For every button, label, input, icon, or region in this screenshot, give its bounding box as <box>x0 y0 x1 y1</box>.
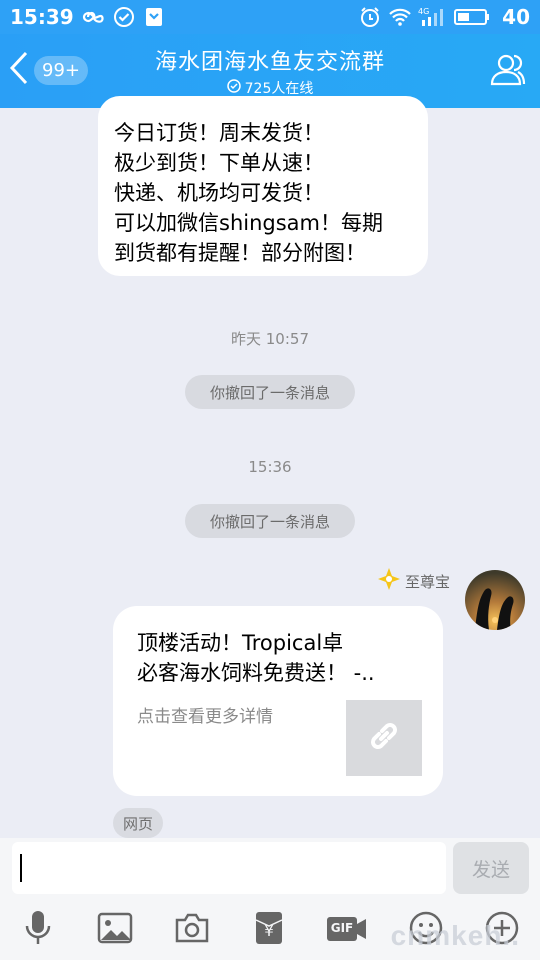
gif-button[interactable]: GIF <box>326 912 368 948</box>
message-line: 极少到货！下单从速！ <box>114 151 324 175</box>
online-count: 725人在线 <box>244 81 314 97</box>
card-title-line: 顶楼活动！Tropical卓 <box>137 631 344 655</box>
send-button[interactable]: 发送 <box>453 842 529 894</box>
link-icon <box>364 716 404 760</box>
online-status: 725人在线 <box>0 78 540 98</box>
camera-button[interactable] <box>174 912 210 948</box>
avatar[interactable] <box>465 570 525 630</box>
message-line: 可以加微信shingsam！每期 <box>114 211 383 235</box>
status-time: 15:39 <box>10 5 74 29</box>
card-title-line: 必客海水饲料免费送！ -.. <box>137 661 375 685</box>
diamond-badge-icon <box>377 567 401 595</box>
recall-notice: 你撤回了一条消息 <box>185 504 355 538</box>
battery-level: 40 <box>502 5 530 29</box>
red-packet-icon: ¥ <box>254 910 284 950</box>
message-line: 到货都有提醒！部分附图！ <box>114 241 366 265</box>
message-bubble[interactable]: 今日订货！周末发货！ 极少到货！下单从速！ 快递、机场均可发货！ 可以加微信sh… <box>98 96 428 276</box>
red-packet-button[interactable]: ¥ <box>251 912 287 948</box>
alarm-icon <box>358 5 382 29</box>
battery-icon <box>454 5 490 29</box>
sender-title-text: 至尊宝 <box>404 572 450 591</box>
text-caret <box>20 854 22 882</box>
input-bar: 发送 <box>0 838 540 900</box>
recall-notice: 你撤回了一条消息 <box>185 375 355 409</box>
shield-icon <box>142 5 166 29</box>
message-line: 快递、机场均可发货！ <box>114 181 324 205</box>
check-circle-small-icon <box>226 79 241 97</box>
camera-icon <box>174 912 210 948</box>
members-button[interactable] <box>488 50 528 90</box>
infinity-icon <box>82 5 106 29</box>
network-label: 4G <box>418 7 429 16</box>
timestamp: 15:36 <box>248 458 292 476</box>
card-subtitle: 点击查看更多详情 <box>137 707 273 727</box>
gif-icon: GIF <box>326 915 368 945</box>
source-tag: 网页 <box>113 808 163 838</box>
signal-icon: 4G <box>418 5 448 29</box>
members-icon <box>488 54 528 94</box>
image-button[interactable] <box>97 912 133 948</box>
watermark: cnmkeh.. <box>390 920 520 951</box>
sender-title: 至尊宝 <box>377 567 450 595</box>
check-circle-icon <box>112 5 136 29</box>
wifi-icon <box>388 5 412 29</box>
card-thumbnail <box>346 700 422 776</box>
group-title: 海水团海水鱼友交流群 <box>154 50 385 75</box>
status-bar: 15:39 4G 40 <box>0 0 540 34</box>
card-title: 顶楼活动！Tropical卓 必客海水饲料免费送！ -.. <box>137 628 427 688</box>
image-icon <box>97 912 133 948</box>
gif-label: GIF <box>330 921 354 935</box>
mic-icon <box>23 910 53 950</box>
message-line: 今日订货！周末发货！ <box>114 121 324 145</box>
link-card[interactable]: 顶楼活动！Tropical卓 必客海水饲料免费送！ -.. 点击查看更多详情 <box>113 606 443 796</box>
voice-button[interactable] <box>20 910 56 950</box>
timestamp: 昨天 10:57 <box>231 330 309 348</box>
message-input[interactable] <box>12 842 446 894</box>
